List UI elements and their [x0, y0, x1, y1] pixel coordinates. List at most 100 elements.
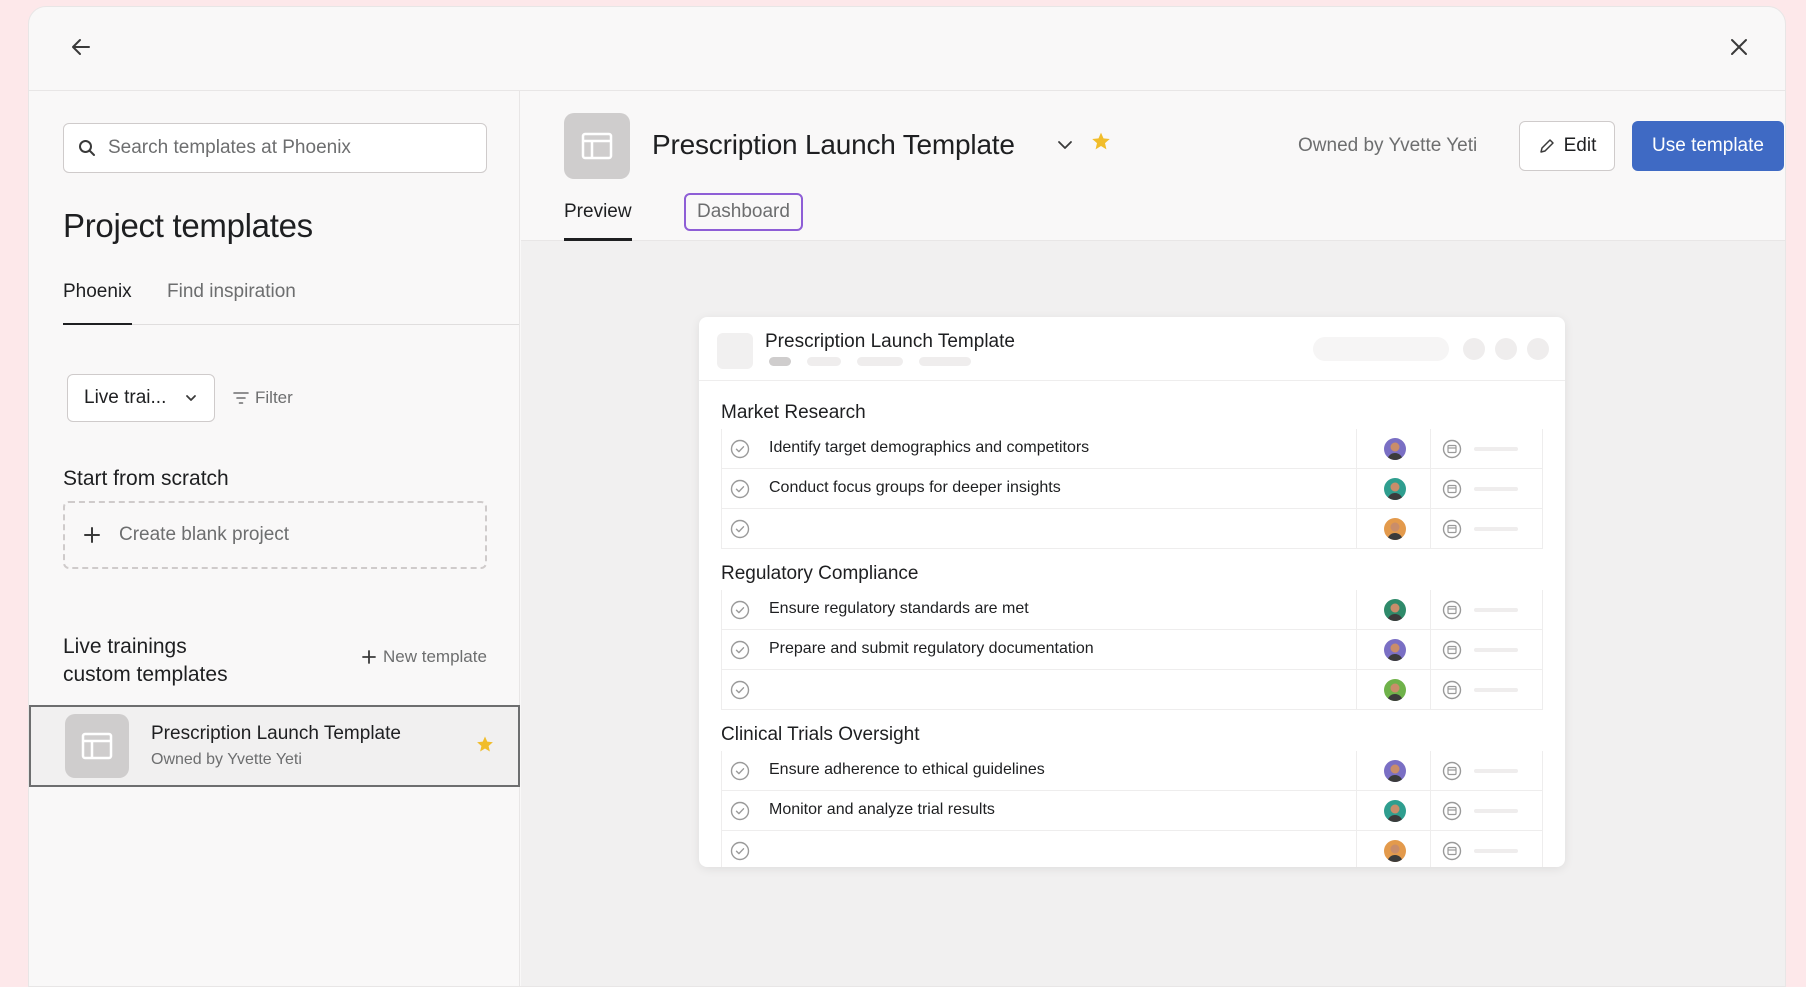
section-title: Clinical Trials Oversight [721, 724, 920, 745]
calendar-icon[interactable] [1442, 761, 1462, 781]
owner-label: Owned by Yvette Yeti [1298, 135, 1478, 156]
close-button[interactable] [1721, 29, 1757, 65]
new-template-button[interactable]: New template [361, 647, 487, 667]
task-section: Regulatory Compliance Ensure regulatory s… [721, 558, 1543, 710]
plus-icon [84, 527, 100, 543]
template-modal: Project templates Phoenix Find inspirati… [28, 6, 1786, 987]
main-panel: Prescription Launch Template Owned by Yv… [521, 91, 1785, 986]
check-circle-icon[interactable] [730, 519, 750, 539]
task-row[interactable]: Ensure adherence to ethical guidelines [721, 751, 1543, 791]
tab-phoenix[interactable]: Phoenix [63, 277, 132, 325]
task-name: Conduct focus groups for deeper insights [769, 479, 1061, 496]
check-circle-icon[interactable] [730, 841, 750, 861]
task-name: Identify target demographics and competi… [769, 439, 1090, 456]
due-date-placeholder [1474, 809, 1518, 813]
create-blank-project-label: Create blank project [119, 524, 290, 545]
preview-title: Prescription Launch Template [765, 331, 1015, 352]
due-date-placeholder [1474, 849, 1518, 853]
preview-card: Prescription Launch Template Market Rese… [699, 317, 1565, 867]
preview-tabs-placeholder [769, 357, 987, 366]
sidebar: Project templates Phoenix Find inspirati… [29, 91, 520, 986]
modal-header [29, 7, 1785, 91]
calendar-icon[interactable] [1442, 801, 1462, 821]
preview-header: Prescription Launch Template [699, 317, 1565, 381]
task-row[interactable] [721, 831, 1543, 867]
tab-dashboard[interactable]: Dashboard [684, 193, 803, 231]
calendar-icon[interactable] [1442, 479, 1462, 499]
edit-button[interactable]: Edit [1519, 121, 1615, 171]
avatar [1384, 760, 1406, 782]
star-icon[interactable] [1091, 131, 1111, 151]
avatar [1384, 800, 1406, 822]
task-name: Monitor and analyze trial results [769, 801, 995, 818]
live-trainings-heading-line1: Live trainings [63, 635, 187, 658]
template-icon [564, 113, 630, 179]
task-row[interactable]: Prepare and submit regulatory documentat… [721, 630, 1543, 670]
team-dropdown[interactable]: Live trai... [67, 374, 215, 422]
due-date-placeholder [1474, 648, 1518, 652]
avatar [1384, 599, 1406, 621]
use-template-button[interactable]: Use template [1632, 121, 1784, 171]
task-row[interactable]: Identify target demographics and competi… [721, 429, 1543, 469]
due-date-placeholder [1474, 688, 1518, 692]
filter-button[interactable]: Filter [233, 388, 293, 408]
create-blank-project-button[interactable]: Create blank project [63, 501, 487, 569]
template-icon [65, 714, 129, 778]
task-name: Prepare and submit regulatory documentat… [769, 640, 1094, 657]
check-circle-icon[interactable] [730, 640, 750, 660]
task-row[interactable] [721, 670, 1543, 710]
tab-preview[interactable]: Preview [564, 199, 632, 241]
sidebar-tabs: Phoenix Find inspiration [63, 277, 519, 325]
task-row[interactable] [721, 509, 1543, 549]
avatar [1384, 478, 1406, 500]
check-circle-icon[interactable] [730, 680, 750, 700]
task-section: Clinical Trials Oversight Ensure adherenc… [721, 719, 1543, 867]
check-circle-icon[interactable] [730, 479, 750, 499]
task-row[interactable]: Conduct focus groups for deeper insights [721, 469, 1543, 509]
plus-icon [362, 650, 376, 664]
due-date-placeholder [1474, 487, 1518, 491]
main-header: Prescription Launch Template Owned by Yv… [521, 91, 1785, 241]
live-trainings-heading: Live trainings custom templates [63, 633, 228, 689]
calendar-icon[interactable] [1442, 600, 1462, 620]
calendar-icon[interactable] [1442, 680, 1462, 700]
check-circle-icon[interactable] [730, 600, 750, 620]
page-title: Project templates [63, 207, 313, 244]
filter-row: Live trai... Filter [67, 374, 293, 422]
due-date-placeholder [1474, 527, 1518, 531]
preview-icon [717, 333, 753, 369]
star-icon[interactable] [476, 735, 494, 753]
search-box[interactable] [63, 123, 487, 173]
avatar [1384, 438, 1406, 460]
check-circle-icon[interactable] [730, 761, 750, 781]
calendar-icon[interactable] [1442, 640, 1462, 660]
calendar-icon[interactable] [1442, 439, 1462, 459]
filter-icon [233, 392, 249, 404]
template-name: Prescription Launch Template [151, 723, 401, 744]
preview-search-placeholder [1313, 337, 1449, 361]
check-circle-icon[interactable] [730, 801, 750, 821]
tab-find-inspiration[interactable]: Find inspiration [167, 277, 296, 325]
chevron-down-icon[interactable] [1055, 135, 1075, 155]
search-input[interactable] [108, 137, 486, 159]
calendar-icon[interactable] [1442, 841, 1462, 861]
preview-avatar-placeholder [1463, 338, 1485, 360]
calendar-icon[interactable] [1442, 519, 1462, 539]
back-button[interactable] [63, 29, 99, 65]
section-title: Market Research [721, 402, 866, 423]
pencil-icon [1539, 139, 1554, 153]
task-row[interactable]: Ensure regulatory standards are met [721, 590, 1543, 630]
task-row[interactable]: Monitor and analyze trial results [721, 791, 1543, 831]
section-title: Regulatory Compliance [721, 563, 919, 584]
due-date-placeholder [1474, 769, 1518, 773]
team-dropdown-value: Live trai... [84, 387, 167, 408]
avatar [1384, 679, 1406, 701]
check-circle-icon[interactable] [730, 439, 750, 459]
close-icon [1731, 39, 1747, 55]
new-template-label: New template [383, 647, 487, 666]
template-list-item[interactable]: Prescription Launch Template Owned by Yv… [29, 705, 520, 787]
task-name: Ensure regulatory standards are met [769, 600, 1029, 617]
avatar [1384, 840, 1406, 862]
template-owner: Owned by Yvette Yeti [151, 751, 302, 768]
search-icon [79, 140, 95, 156]
